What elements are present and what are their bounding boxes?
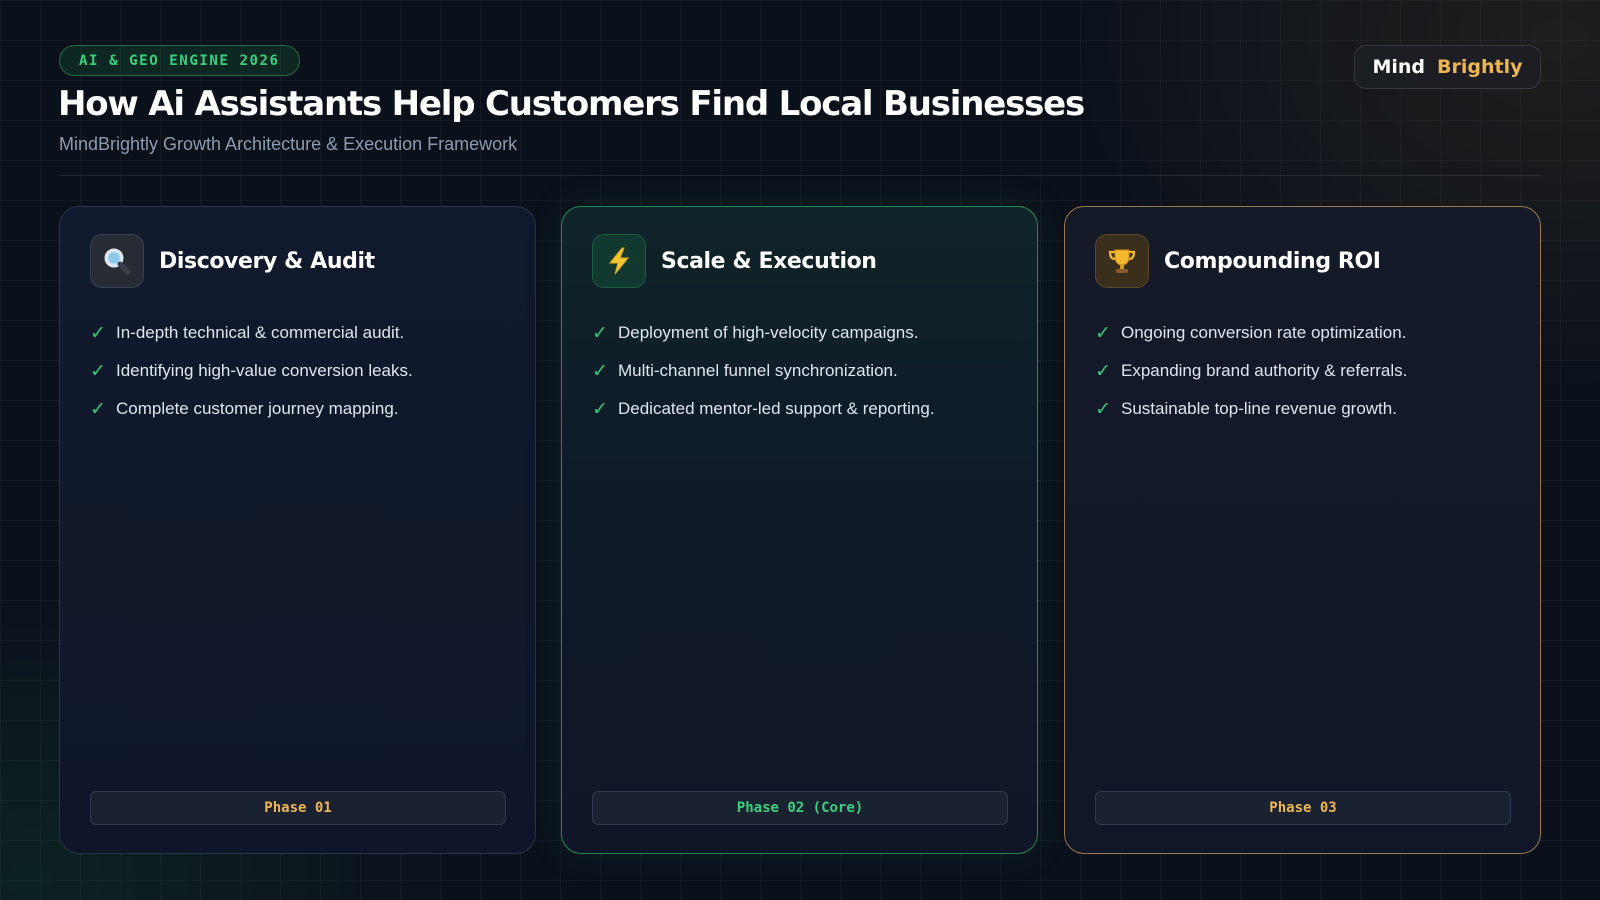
- card-header: Compounding ROI: [1095, 234, 1381, 288]
- check-icon: ✓: [592, 322, 608, 344]
- phase-card-scale: Scale & Execution ✓ Deployment of high-ve…: [561, 206, 1038, 854]
- page-subtitle: MindBrightly Growth Architecture & Execu…: [59, 134, 518, 154]
- card-title: Compounding ROI: [1164, 248, 1381, 274]
- list-item-text: In-depth technical & commercial audit.: [116, 323, 405, 342]
- list-item: ✓ Multi-channel funnel synchronization.: [592, 352, 935, 390]
- brand-word-mind: Mind: [1372, 56, 1426, 78]
- check-icon: ✓: [1095, 360, 1111, 382]
- feature-list: ✓ Ongoing conversion rate optimization. ✓…: [1095, 314, 1407, 428]
- header-badge: AI & GEO ENGINE 2026: [59, 45, 300, 76]
- check-icon: ✓: [1095, 398, 1111, 420]
- card-title: Discovery & Audit: [159, 248, 375, 274]
- trophy-icon: [1095, 234, 1149, 288]
- feature-list: ✓ Deployment of high-velocity campaigns. …: [592, 314, 935, 428]
- list-item-text: Ongoing conversion rate optimization.: [1121, 323, 1407, 342]
- list-item-text: Dedicated mentor-led support & reporting…: [618, 399, 935, 418]
- phase-label: Phase 02 (Core): [592, 791, 1008, 825]
- card-header: Discovery & Audit: [90, 234, 375, 288]
- check-icon: ✓: [90, 398, 106, 420]
- list-item: ✓ Deployment of high-velocity campaigns.: [592, 314, 935, 352]
- list-item: ✓ Expanding brand authority & referrals.: [1095, 352, 1407, 390]
- list-item: ✓ Ongoing conversion rate optimization.: [1095, 314, 1407, 352]
- check-icon: ✓: [90, 322, 106, 344]
- list-item-text: Complete customer journey mapping.: [116, 399, 399, 418]
- lightning-icon: [592, 234, 646, 288]
- list-item-text: Expanding brand authority & referrals.: [1121, 361, 1408, 380]
- list-item: ✓ Sustainable top-line revenue growth.: [1095, 390, 1407, 428]
- list-item: ✓ Dedicated mentor-led support & reportin…: [592, 390, 935, 428]
- check-icon: ✓: [592, 398, 608, 420]
- magnifier-icon: [90, 234, 144, 288]
- brand-word-brightly: Brightly: [1437, 56, 1523, 78]
- list-item-text: Identifying high-value conversion leaks.: [116, 361, 413, 380]
- brand-logo: Mind Brightly: [1354, 45, 1541, 89]
- list-item-text: Multi-channel funnel synchronization.: [618, 361, 898, 380]
- phase-label: Phase 01: [90, 791, 506, 825]
- list-item: ✓ Identifying high-value conversion leaks…: [90, 352, 413, 390]
- card-title: Scale & Execution: [661, 248, 877, 274]
- check-icon: ✓: [592, 360, 608, 382]
- list-item-text: Sustainable top-line revenue growth.: [1121, 399, 1397, 418]
- header-divider: [59, 175, 1541, 176]
- phase-card-discovery: Discovery & Audit ✓ In-depth technical & …: [59, 206, 536, 854]
- list-item: ✓ Complete customer journey mapping.: [90, 390, 413, 428]
- page-title: How Ai Assistants Help Customers Find Lo…: [58, 84, 1085, 124]
- card-header: Scale & Execution: [592, 234, 877, 288]
- list-item-text: Deployment of high-velocity campaigns.: [618, 323, 919, 342]
- check-icon: ✓: [1095, 322, 1111, 344]
- check-icon: ✓: [90, 360, 106, 382]
- list-item: ✓ In-depth technical & commercial audit.: [90, 314, 413, 352]
- phase-label: Phase 03: [1095, 791, 1511, 825]
- phase-card-roi: Compounding ROI ✓ Ongoing conversion rate…: [1064, 206, 1541, 854]
- feature-list: ✓ In-depth technical & commercial audit. …: [90, 314, 413, 428]
